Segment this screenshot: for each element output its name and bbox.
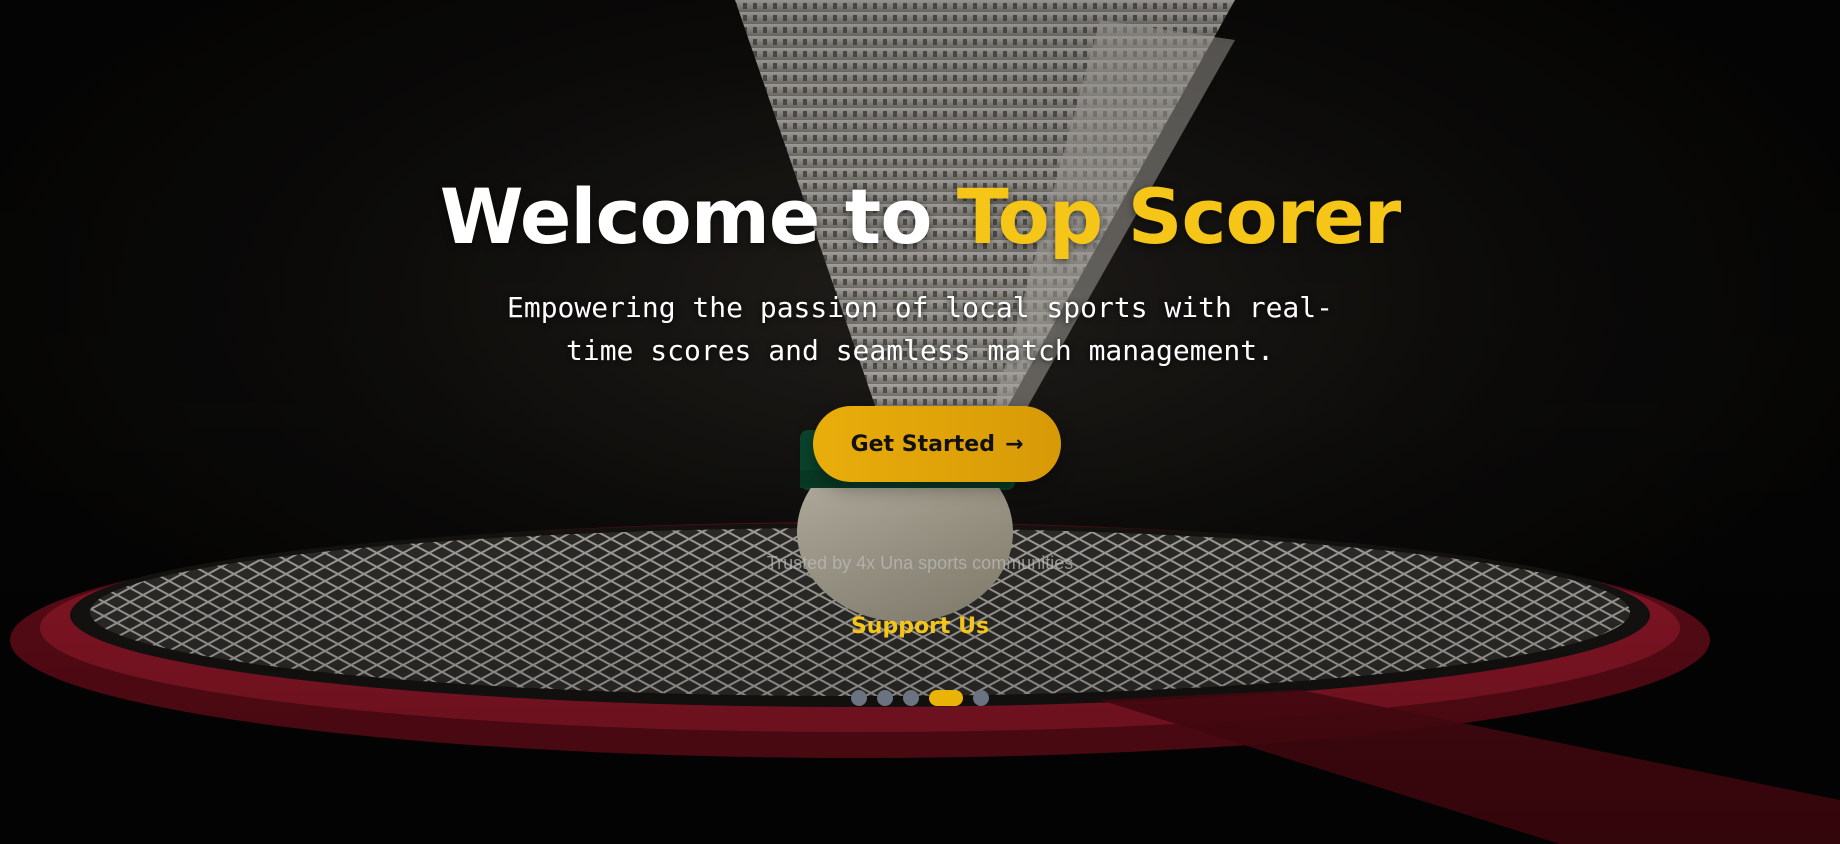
carousel-dot[interactable]	[903, 690, 919, 706]
carousel-dot[interactable]	[851, 690, 867, 706]
carousel-dot-active[interactable]	[929, 690, 963, 706]
title-accent: Top Scorer	[956, 172, 1401, 261]
hero-content: Welcome to Top Scorer Empowering the pas…	[0, 0, 1840, 844]
carousel-dot[interactable]	[973, 690, 989, 706]
get-started-button[interactable]: Get Started →	[813, 406, 1061, 482]
arrow-right-icon: →	[1004, 431, 1024, 457]
title-main: Welcome to	[439, 172, 957, 261]
get-started-label: Get Started	[850, 431, 995, 457]
carousel-dot[interactable]	[877, 690, 893, 706]
hero-subtitle: Empowering the passion of local sports w…	[506, 291, 1333, 367]
page-title: Welcome to Top Scorer	[0, 170, 1840, 264]
support-us-link[interactable]: Support Us	[0, 614, 1840, 639]
carousel-indicators	[0, 690, 1840, 706]
hero-section: Welcome to Top Scorer Empowering the pas…	[0, 0, 1840, 844]
trusted-by-text: Trusted by 4x Una sports communities	[766, 553, 1074, 573]
